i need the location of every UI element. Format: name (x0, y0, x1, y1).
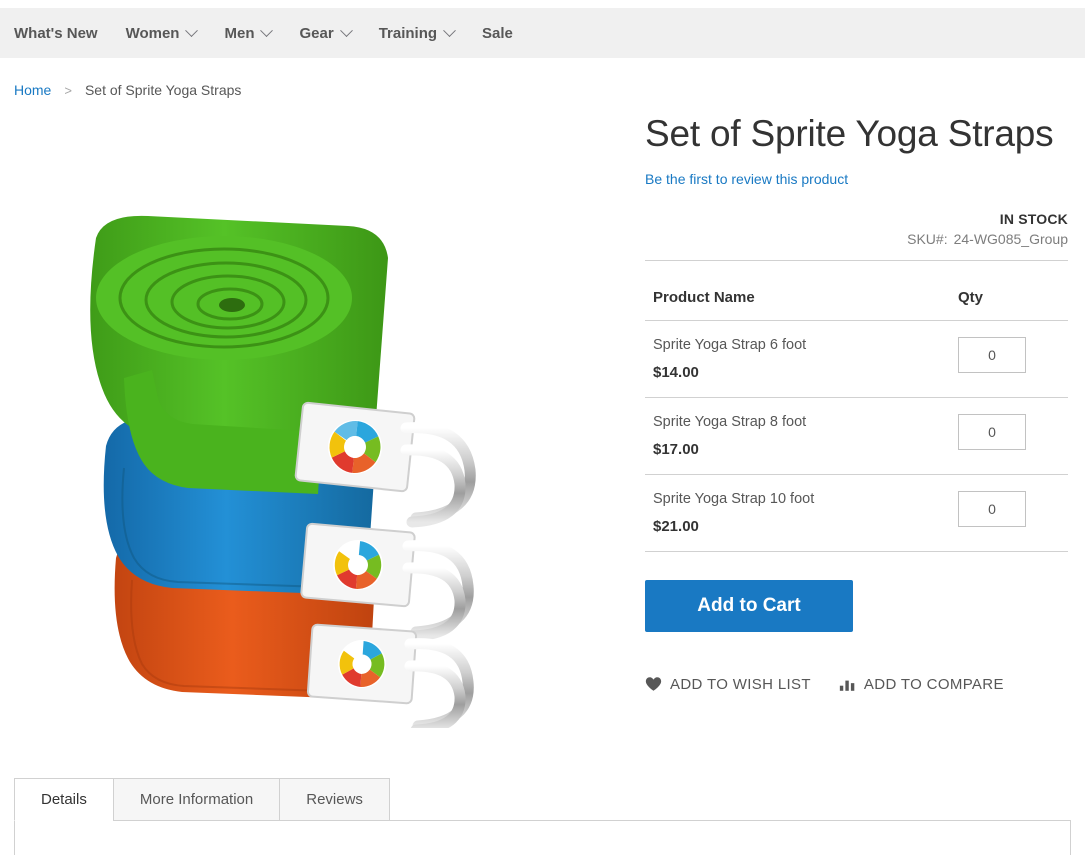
nav-item-label: Training (378, 24, 438, 42)
product-cell: Sprite Yoga Strap 6 foot $14.00 (645, 320, 958, 398)
breadcrumb: Home > Set of Sprite Yoga Straps (14, 82, 241, 98)
table-row: Sprite Yoga Strap 10 foot $21.00 (645, 474, 1068, 552)
nav-item-sale[interactable]: Sale (468, 8, 527, 58)
product-item-price: $14.00 (653, 363, 699, 381)
breadcrumb-current-page: Set of Sprite Yoga Straps (84, 82, 242, 98)
review-product-link[interactable]: Be the first to review this product (645, 171, 848, 187)
secondary-actions: ADD TO WISH LIST ADD TO COMPARE (645, 676, 1068, 693)
product-item-price: $17.00 (653, 440, 699, 458)
product-page: What's New Women Men Gear Training Sale … (0, 0, 1085, 855)
tab-strip: Details More Information Reviews (14, 778, 1071, 821)
add-to-wish-list-link[interactable]: ADD TO WISH LIST (645, 676, 811, 693)
chevron-down-icon (443, 23, 456, 37)
qty-cell (958, 320, 1068, 398)
strap-orange-hardware (306, 623, 474, 728)
action-label: ADD TO WISH LIST (670, 675, 811, 693)
tab-reviews[interactable]: Reviews (279, 778, 390, 821)
divider (645, 259, 1068, 261)
nav-item-men[interactable]: Men (210, 8, 285, 58)
bar-chart-icon (839, 680, 855, 691)
product-item-price: $21.00 (653, 517, 699, 535)
sku-label: SKU#: (907, 230, 948, 247)
qty-cell (958, 474, 1068, 552)
nav-item-training[interactable]: Training (365, 8, 468, 58)
qty-cell (958, 397, 1068, 475)
product-info: Set of Sprite Yoga Straps Be the first t… (645, 112, 1068, 693)
product-cell: Sprite Yoga Strap 10 foot $21.00 (645, 474, 958, 552)
page-title: Set of Sprite Yoga Straps (645, 113, 1054, 154)
heart-icon (645, 677, 662, 691)
breadcrumb-home-link[interactable]: Home (14, 82, 51, 98)
tab-more-information[interactable]: More Information (112, 778, 280, 821)
column-header-qty: Qty (958, 288, 1068, 321)
nav-item-gear[interactable]: Gear (285, 8, 364, 58)
chevron-down-icon (260, 23, 274, 37)
product-item-name: Sprite Yoga Strap 10 foot (653, 490, 815, 507)
sku-value: 24-WG085_Group (953, 230, 1068, 247)
nav-item-label: Men (224, 24, 255, 42)
tab-label: More Information (139, 791, 254, 808)
add-to-cart-button[interactable]: Add to Cart (645, 579, 853, 632)
product-item-name: Sprite Yoga Strap 8 foot (653, 413, 807, 430)
action-label: ADD TO COMPARE (863, 675, 1004, 693)
product-tabs: Details More Information Reviews (14, 778, 1071, 855)
product-image-yoga-straps[interactable] (54, 128, 574, 728)
product-gallery[interactable] (14, 118, 614, 758)
quantity-input[interactable] (958, 490, 1026, 527)
tab-content-panel (14, 820, 1071, 855)
tab-details[interactable]: Details (14, 778, 113, 821)
quantity-input[interactable] (958, 413, 1026, 450)
table-row: Sprite Yoga Strap 6 foot $14.00 (645, 320, 1068, 398)
tab-label: Details (41, 791, 87, 808)
column-header-product-name: Product Name (645, 288, 958, 321)
chevron-down-icon (185, 23, 199, 37)
breadcrumb-separator: > (64, 82, 72, 98)
chevron-down-icon (339, 23, 353, 37)
status-badge: IN STOCK (999, 210, 1068, 227)
grouped-product-table: Product Name Qty Sprite Yoga Strap 6 foo… (645, 288, 1068, 552)
product-item-name: Sprite Yoga Strap 6 foot (653, 336, 807, 353)
nav-item-label: Sale (482, 24, 513, 42)
nav-item-whats-new[interactable]: What's New (0, 8, 112, 58)
nav-item-label: Gear (299, 24, 334, 42)
product-cell: Sprite Yoga Strap 8 foot $17.00 (645, 397, 958, 475)
add-to-compare-link[interactable]: ADD TO COMPARE (839, 676, 1004, 693)
product-sku: SKU#: 24-WG085_Group (645, 231, 1068, 247)
table-row: Sprite Yoga Strap 8 foot $17.00 (645, 397, 1068, 475)
tab-label: Reviews (306, 791, 363, 808)
nav-item-label: What's New (14, 24, 98, 42)
nav-item-women[interactable]: Women (112, 8, 211, 58)
table-header-row: Product Name Qty (645, 288, 1068, 321)
main-navigation: What's New Women Men Gear Training Sale (0, 8, 1085, 58)
quantity-input[interactable] (958, 336, 1026, 373)
nav-item-label: Women (125, 24, 180, 42)
